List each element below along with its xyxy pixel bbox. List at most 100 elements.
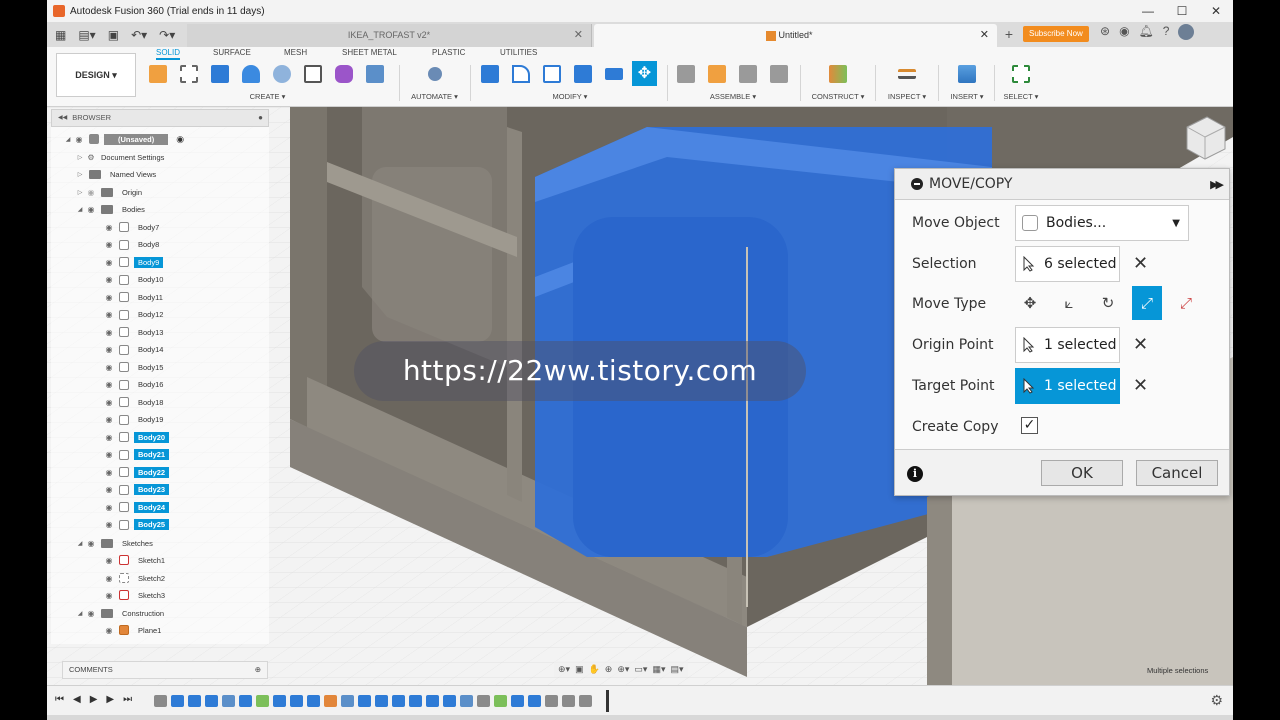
visibility-eye-icon[interactable]: ◉ (103, 398, 115, 407)
visibility-eye-icon[interactable]: ◉ (103, 293, 115, 302)
collapse-icon[interactable]: ◀◀ (58, 110, 67, 126)
tab-utilities[interactable]: UTILITIES (500, 48, 537, 57)
expand-icon[interactable]: ▷ (75, 171, 85, 178)
tree-sketch3[interactable]: ◉ Sketch3 (103, 587, 169, 603)
tree-named-views[interactable]: ▷ Named Views (75, 166, 160, 182)
timeline-feature-icon[interactable] (460, 695, 473, 707)
timeline-feature-icon[interactable] (171, 695, 184, 707)
tree-construction[interactable]: ◢ ◉ Construction (75, 605, 168, 621)
document-tab-untitled[interactable]: Untitled* ✕ (594, 24, 997, 47)
avatar[interactable] (1178, 24, 1195, 40)
fit-icon[interactable]: ⊕▾ (617, 664, 629, 675)
offset-plane-icon[interactable] (826, 61, 851, 86)
create-copy-checkbox[interactable]: ✓ (1021, 417, 1038, 434)
insert-image-icon[interactable] (955, 61, 980, 86)
timeline-feature-icon[interactable] (511, 695, 524, 707)
clear-selection-icon[interactable]: ✕ (1133, 246, 1148, 282)
new-component-icon[interactable] (145, 61, 170, 86)
point-to-position-icon[interactable]: ⤢ (1171, 286, 1201, 320)
job-status-icon[interactable]: ◉ (1119, 24, 1129, 40)
browser-header[interactable]: ◀◀ BROWSER ● (51, 109, 269, 127)
look-at-icon[interactable]: ▣ (575, 664, 584, 675)
origin-point-field[interactable]: 1 selected (1015, 327, 1120, 363)
tree-sketch2[interactable]: ◉ Sketch2 (103, 570, 169, 586)
cancel-button[interactable]: Cancel (1136, 460, 1218, 486)
insert-menu[interactable]: INSERT ▾ (943, 92, 991, 101)
visibility-eye-icon[interactable]: ◉ (103, 258, 115, 267)
timeline-feature-icon[interactable] (273, 695, 286, 707)
tree-body-item[interactable]: ◉ Body14 (103, 342, 167, 358)
move-object-select[interactable]: Bodies... ▼ (1015, 205, 1189, 241)
window-select-icon[interactable] (1009, 61, 1034, 86)
fillet-icon[interactable] (508, 61, 533, 86)
visibility-eye-icon[interactable]: ◉ (103, 520, 115, 529)
pin-icon[interactable]: ● (258, 110, 263, 126)
timeline-feature-icon[interactable] (545, 695, 558, 707)
tree-body-item[interactable]: ◉ Body19 (103, 412, 167, 428)
timeline-feature-icon[interactable] (579, 695, 592, 707)
shell-icon[interactable] (570, 61, 595, 86)
translate-xyz-icon[interactable]: ⟀ (1054, 286, 1084, 320)
visibility-eye-icon[interactable]: ◉ (103, 574, 115, 583)
timeline-feature-icon[interactable] (358, 695, 371, 707)
zoom-icon[interactable]: ⊕ (605, 664, 613, 675)
automate-menu[interactable]: AUTOMATE ▾ (407, 92, 462, 101)
tree-plane1[interactable]: ◉ Plane1 (103, 622, 165, 638)
root-component-label[interactable]: (Unsaved) (104, 133, 169, 145)
comments-panel[interactable]: COMMENTS ⊕ (62, 661, 268, 679)
go-to-end-icon[interactable]: ⏭ (123, 694, 132, 705)
timeline-feature-icon[interactable] (426, 695, 439, 707)
as-built-joint-icon[interactable] (735, 61, 760, 86)
tab-sheet-metal[interactable]: SHEET METAL (342, 48, 397, 57)
tab-close-icon[interactable]: ✕ (980, 24, 989, 47)
viewports-icon[interactable]: ▤▾ (670, 664, 683, 675)
assemble-menu[interactable]: ASSEMBLE ▾ (673, 92, 793, 101)
visibility-eye-icon[interactable]: ◉ (103, 240, 115, 249)
joint-origin-icon[interactable] (766, 61, 791, 86)
select-menu[interactable]: SELECT ▾ (997, 92, 1045, 101)
tree-body-item[interactable]: ◉ Body15 (103, 359, 167, 375)
add-comment-icon[interactable]: ⊕ (255, 662, 261, 678)
gear-icon[interactable]: ⚙ (1210, 692, 1223, 709)
ok-button[interactable]: OK (1041, 460, 1123, 486)
collapse-dialog-icon[interactable] (911, 178, 923, 190)
split-body-icon[interactable] (601, 61, 626, 86)
new-component-assemble-icon[interactable] (673, 61, 698, 86)
expand-icon[interactable]: ◢ (75, 206, 85, 213)
visibility-eye-icon[interactable]: ◉ (103, 328, 115, 337)
automate-icon[interactable] (422, 61, 447, 86)
visibility-eye-icon[interactable]: ◉ (103, 450, 115, 459)
point-to-point-icon[interactable]: ⤢ (1132, 286, 1162, 320)
visibility-eye-icon[interactable]: ◉ (103, 380, 115, 389)
tree-body-item[interactable]: ◉ Body9 (103, 254, 164, 270)
tab-close-icon[interactable]: ✕ (574, 24, 583, 47)
timeline-feature-icon[interactable] (256, 695, 269, 707)
notifications-icon[interactable]: 🔔︎ (1139, 24, 1154, 40)
timeline-feature-icon[interactable] (341, 695, 354, 707)
document-tab-ikea[interactable]: IKEA_TROFAST v2* ✕ (187, 24, 592, 47)
modify-menu[interactable]: MODIFY ▾ (477, 92, 663, 101)
visibility-eye-icon[interactable]: ◉ (103, 223, 115, 232)
timeline-feature-icon[interactable] (392, 695, 405, 707)
timeline-feature-icon[interactable] (324, 695, 337, 707)
timeline-feature-icon[interactable] (188, 695, 201, 707)
visibility-eye-icon[interactable]: ◉ (103, 415, 115, 424)
tree-document-settings[interactable]: ▷ ⚙ Document Settings (75, 149, 168, 165)
selection-field[interactable]: 6 selected (1015, 246, 1120, 282)
dialog-header[interactable]: MOVE/COPY ▶▶ (895, 169, 1229, 200)
timeline-feature-icon[interactable] (494, 695, 507, 707)
new-tab-button[interactable]: + (1000, 25, 1018, 44)
pan-icon[interactable]: ✋ (589, 664, 600, 675)
expand-dialog-icon[interactable]: ▶▶ (1210, 178, 1224, 191)
tree-root[interactable]: ◢ ◉ (Unsaved) ◉ (63, 131, 184, 147)
tree-body-item[interactable]: ◉ Body23 (103, 482, 170, 498)
timeline-feature-icon[interactable] (307, 695, 320, 707)
grid-settings-icon[interactable]: ▦▾ (652, 664, 665, 675)
save-icon[interactable]: ▣ (108, 28, 119, 42)
redo-icon[interactable]: ↷▾ (159, 28, 175, 42)
tree-body-item[interactable]: ◉ Body13 (103, 324, 167, 340)
tree-body-item[interactable]: ◉ Body25 (103, 517, 170, 533)
visibility-eye-icon[interactable]: ◉ (103, 310, 115, 319)
visibility-eye-icon[interactable]: ◉ (103, 503, 115, 512)
joint-icon[interactable] (704, 61, 729, 86)
